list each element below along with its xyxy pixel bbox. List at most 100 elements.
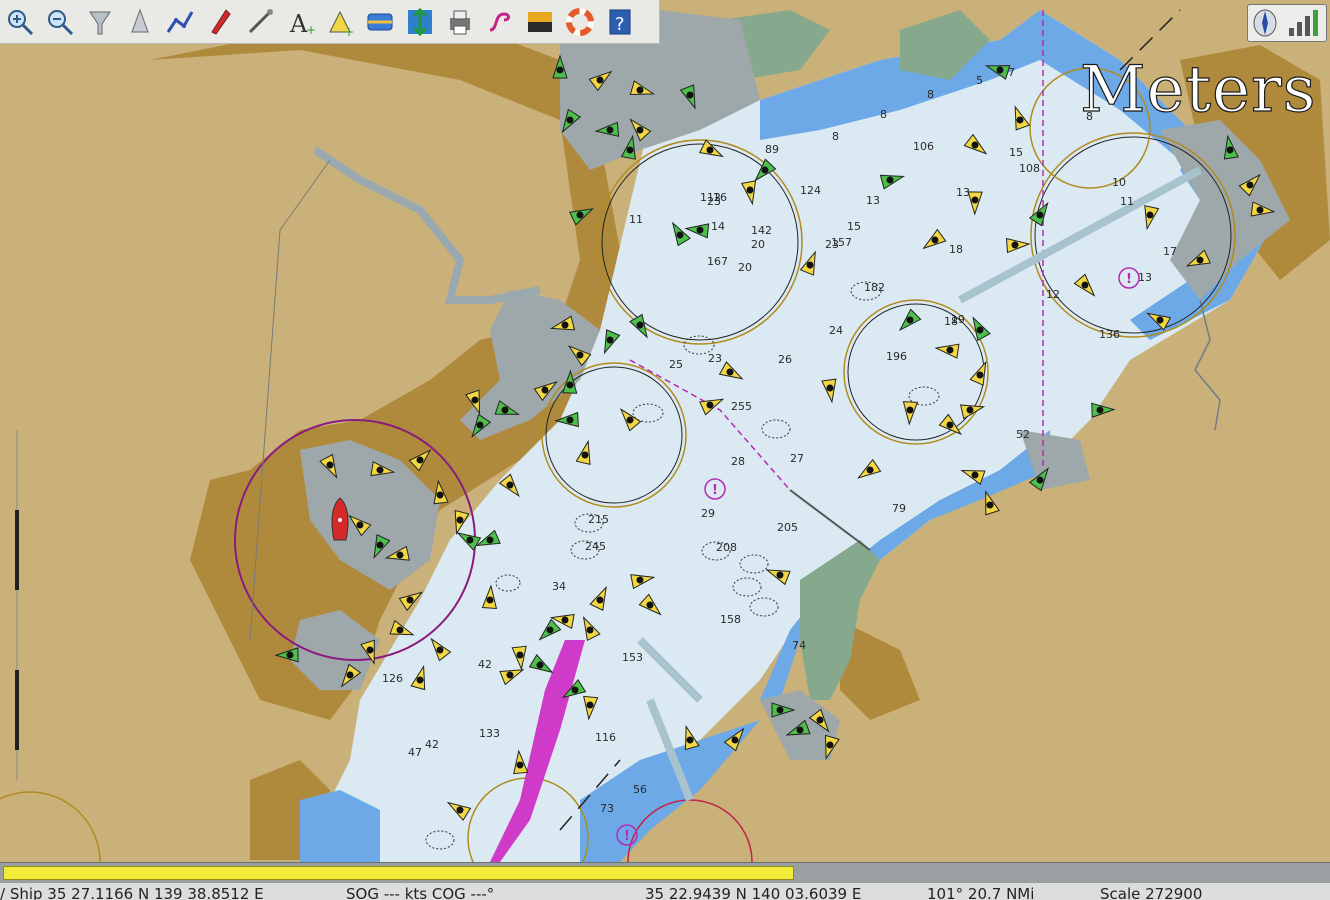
depth-sounding: 89 [765,143,779,156]
depth-sounding: 108 [1019,162,1040,175]
depth-sounding: 133 [479,727,500,740]
compass-icon[interactable] [1252,8,1278,38]
depth-sounding: 73 [600,802,614,815]
mark-icon: + [329,10,354,38]
depth-sounding: 11 [629,213,643,226]
depth-sounding: 196 [886,350,907,363]
depth-sounding: 15 [847,220,861,233]
sog-cog: SOG --- kts COG ---° [346,885,495,900]
depth-sounding: 56 [633,783,647,796]
depth-sounding: 126 [382,672,403,685]
depth-sounding: 5 [976,74,983,87]
life-ring-icon [566,7,594,36]
depth-sounding: 28 [731,455,745,468]
life-ring-button[interactable] [562,4,598,40]
main-toolbar: A + +? [0,0,660,44]
depth-sounding: 20 [751,238,765,251]
depth-sounding: 215 [588,513,609,526]
depth-sounding: 18 [949,243,963,256]
progress-fill [3,866,795,880]
svg-text:!: ! [624,829,630,844]
zoom-out-button[interactable] [42,4,78,40]
depth-sounding: 42 [425,738,439,751]
depth-sounding: 116 [595,731,616,744]
depth-sounding: 106 [913,140,934,153]
depth-sounding: 157 [831,236,852,249]
depth-sounding: 8 [880,108,887,121]
zoom-in-icon [8,9,34,35]
bearing-range: 101° 20.7 NMi [927,885,1035,900]
zoom-in-button[interactable] [2,4,38,40]
color-scheme-button[interactable] [522,4,558,40]
depth-sounding: 245 [585,540,606,553]
depth-sounding: 8 [832,130,839,143]
depth-sounding: 26 [778,353,792,366]
depth-sounding: 29 [701,507,715,520]
depth-sounding: 167 [707,255,728,268]
depth-sounding: 13 [1138,271,1152,284]
text-button[interactable]: A + [282,4,318,40]
depth-sounding: 17 [1163,245,1177,258]
tide-button[interactable] [402,4,438,40]
depth-sounding: 14 [711,220,725,233]
compass-widget[interactable] [1247,4,1327,42]
track-button[interactable] [482,4,518,40]
depth-sounding: 255 [731,400,752,413]
svg-text:!: ! [712,483,718,498]
chart-stack-icon [131,8,149,32]
measure-button[interactable] [242,4,278,40]
chart-quilt-icon [89,11,111,34]
depth-sounding: 208 [716,541,737,554]
depth-sounding: 12 [1046,288,1060,301]
chart-quilt-button[interactable] [82,4,118,40]
ship-track-button[interactable] [202,4,238,40]
status-bar: / Ship 35 27.1166 N 139 38.8512 E SOG --… [0,883,1330,900]
depth-sounding: 34 [552,580,566,593]
depth-sounding: 20 [738,261,752,274]
chart-bar-icon [367,13,393,30]
print-icon [450,10,470,34]
depth-sounding: 205 [777,521,798,534]
depth-sounding: 142 [751,224,772,237]
svg-text:+: + [306,23,316,37]
svg-text:+: + [344,25,354,38]
depth-sounding: 124 [800,184,821,197]
depth-sounding: 74 [792,639,806,652]
depth-sounding: 13 [866,194,880,207]
depth-sounding: 79 [892,502,906,515]
help-icon: ? [609,9,631,35]
mark-button[interactable]: + [322,4,358,40]
print-button[interactable] [442,4,478,40]
help-button[interactable]: ? [602,4,638,40]
svg-text:?: ? [615,14,625,35]
tide-icon [408,7,432,36]
depth-sounding: 24 [829,324,843,337]
ship-position: / Ship 35 27.1166 N 139 38.8512 E [0,885,264,900]
zoom-out-icon [48,9,74,35]
route-button[interactable] [162,4,198,40]
depth-sounding: 136 [1099,328,1120,341]
measure-icon [248,8,273,33]
depth-sounding: 25 [669,358,683,371]
depth-sounding: 8 [927,88,934,101]
chart-bar-button[interactable] [362,4,398,40]
depth-sounding: 19 [951,313,965,326]
depth-sounding: 47 [408,746,422,759]
route-icon [166,10,194,33]
depth-sounding: 112 [700,191,721,204]
depth-units-label: Meters [1079,53,1317,127]
depth-sounding: 23 [708,352,722,365]
depth-sounding: 182 [864,281,885,294]
depth-sounding: 42 [478,658,492,671]
svg-text:!: ! [1126,272,1132,287]
chart-load-progress [0,862,1330,883]
chart-stack-button[interactable] [122,4,158,40]
gps-signal-icon[interactable] [1286,8,1322,38]
depth-sounding: 158 [720,613,741,626]
depth-sounding: 153 [622,651,643,664]
depth-sounding: 27 [790,452,804,465]
depth-sounding: 52 [1016,428,1030,441]
depth-sounding: 11 [1120,195,1134,208]
nautical-chart[interactable]: 5788881011111213131314 151516171818192020… [0,0,1330,862]
color-scheme-icon [528,11,552,32]
